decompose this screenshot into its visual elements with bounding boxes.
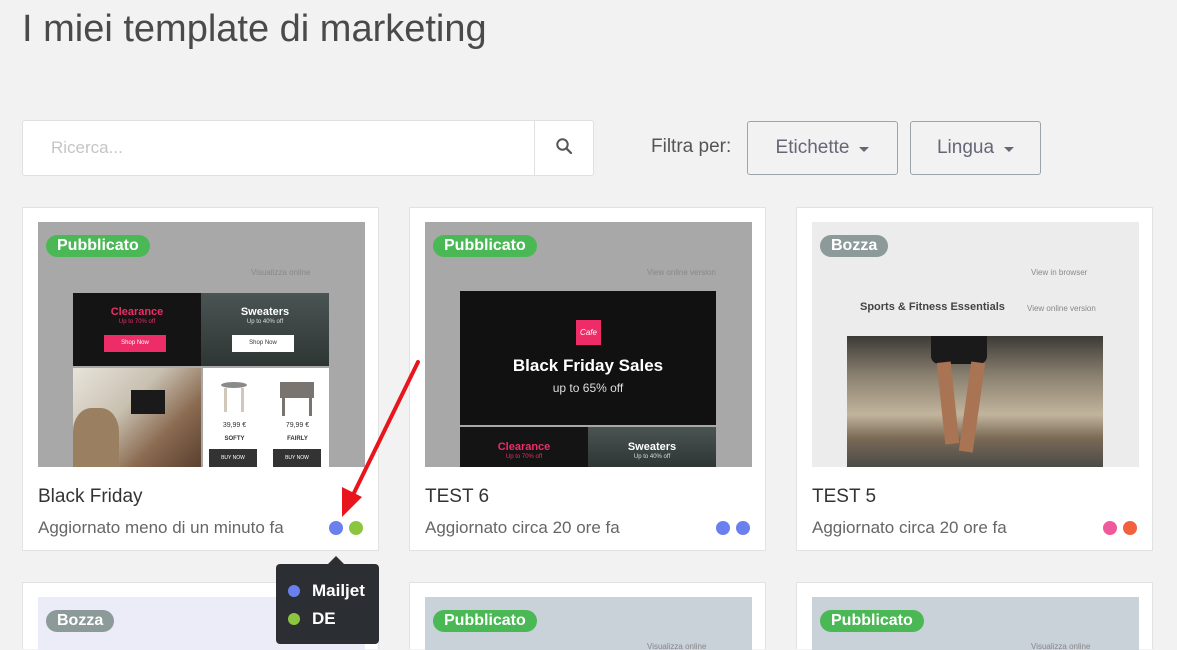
tooltip-label: Mailjet [312,581,365,600]
tooltip-dot-mailjet [288,585,300,597]
hero-subheadline: up to 65% off [552,381,624,395]
runner-leg-right [958,361,986,453]
clearance-title: Clearance [110,306,164,318]
product-name-1: SOFTY [224,436,245,442]
cafe-logo: Cafe [576,320,601,345]
tag-dot-pink[interactable] [1103,521,1117,535]
tag-dot-mailjet[interactable] [329,521,343,535]
status-badge: Pubblicato [433,235,537,257]
caret-down-icon [859,147,870,152]
template-preview: Pubblicato Visualizza online [812,597,1139,650]
product-price-1: 39,99 € [222,422,247,429]
search-icon [555,137,573,160]
buy-now-button-1: BUY NOW [209,449,257,467]
buy-now-button-2: BUY NOW [273,449,321,467]
template-card-test-6[interactable]: Pubblicato View online version Cafe Blac… [409,207,766,551]
search-input[interactable] [23,121,535,175]
page-title: I miei template di marketing [22,8,487,50]
clearance-block: Clearance Up to 70% off [460,427,588,467]
preview-top-link: View online version [647,268,716,277]
tag-dot-blue[interactable] [736,521,750,535]
search-box [22,120,594,176]
product-price-2: 79,99 € [285,422,310,429]
clearance-title: Clearance [497,441,551,453]
status-badge: Pubblicato [433,610,537,632]
filter-label: Filtra per: [651,136,732,157]
tag-dot-de[interactable] [349,521,363,535]
hero-block: Cafe Black Friday Sales up to 65% off [460,291,716,425]
tag-dots[interactable] [329,521,363,535]
template-updated: Aggiornato meno di un minuto fa [38,518,284,537]
runner-leg-left [936,361,960,445]
table-top [280,382,314,398]
template-name: TEST 6 [425,486,490,507]
sweaters-title: Sweaters [627,441,677,453]
preview-title: Sports & Fitness Essentials [860,301,1005,313]
tags-tooltip: Mailjet DE [276,556,379,644]
search-button[interactable] [534,121,593,175]
template-preview: Pubblicato View online version Cafe Blac… [425,222,752,467]
tag-dot-orange[interactable] [1123,521,1137,535]
template-preview: Pubblicato Visualizza online Clearance U… [38,222,365,467]
shop-now-button: Shop Now [104,335,166,352]
template-updated: Aggiornato circa 20 ore fa [812,518,1007,537]
stool-legs [224,388,244,412]
template-card-test-5[interactable]: Bozza View in browser Sports & Fitness E… [796,207,1153,551]
template-preview: Bozza View in browser Sports & Fitness E… [812,222,1139,467]
sweaters-title: Sweaters [240,306,290,318]
runner-shorts [931,336,987,364]
tooltip-dot-de [288,613,300,625]
coat-shape [73,408,119,467]
tooltip-item-de: DE [288,609,336,629]
runner-photo [847,336,1103,467]
hero-headline: Black Friday Sales [512,356,664,375]
caret-down-icon [1004,147,1015,152]
clearance-block: Clearance Up to 70% off Shop Now [73,293,201,366]
sweaters-subtitle: Up to 40% off [633,454,671,460]
template-name: Black Friday [38,486,143,507]
tag-dots[interactable] [1103,521,1137,535]
template-card-black-friday[interactable]: Pubblicato Visualizza online Clearance U… [22,207,379,551]
template-card-published-2[interactable]: Pubblicato Visualizza online [409,582,766,650]
laptop-shape [131,390,165,414]
language-dropdown-label: Lingua [936,137,995,158]
preview-top-link: View in browser [1031,268,1088,277]
language-dropdown[interactable]: Lingua [910,121,1041,175]
preview-top-link: Visualizza online [251,268,311,277]
preview-view-online: View online version [1027,304,1096,313]
tags-dropdown-label: Etichette [775,137,850,158]
template-card-published-3[interactable]: Pubblicato Visualizza online [796,582,1153,650]
template-preview: Pubblicato Visualizza online [425,597,752,650]
template-updated: Aggiornato circa 20 ore fa [425,518,620,537]
product-name-2: FAIRLY [287,436,308,442]
tag-dots[interactable] [716,521,750,535]
clearance-subtitle: Up to 70% off [118,319,156,325]
office-photo [73,368,201,467]
table-legs [282,398,312,416]
sweaters-block: Sweaters Up to 40% off [588,427,716,467]
shop-now-button-2: Shop Now [232,335,294,352]
clearance-subtitle: Up to 70% off [505,454,543,460]
status-badge: Bozza [46,610,115,632]
status-badge: Bozza [820,235,889,257]
tags-dropdown[interactable]: Etichette [747,121,898,175]
tooltip-item-mailjet: Mailjet [288,581,365,601]
status-badge: Pubblicato [46,235,150,257]
sweaters-block: Sweaters Up to 40% off Shop Now [201,293,329,366]
tooltip-label: DE [312,609,336,628]
sweaters-subtitle: Up to 40% off [246,319,284,325]
tag-dot-blue[interactable] [716,521,730,535]
status-badge: Pubblicato [820,610,924,632]
template-name: TEST 5 [812,486,877,507]
products-block: 39,99 € 79,99 € SOFTY FAIRLY BUY NOW BUY… [203,368,329,467]
